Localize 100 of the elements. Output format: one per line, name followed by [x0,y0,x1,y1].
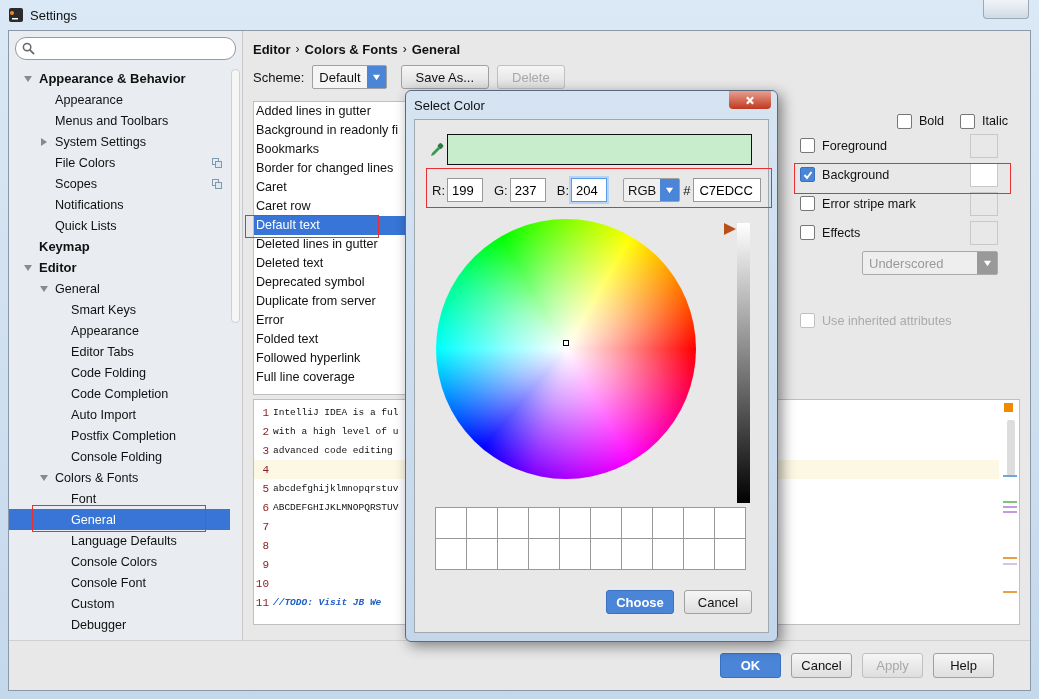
code-line: with a high level of u [273,426,399,437]
tree-item[interactable]: Debugger [9,614,230,635]
expanded-arrow-icon[interactable] [39,283,49,294]
dropdown-arrow-icon [371,72,381,82]
line-number: 4 [261,463,269,476]
tree-item[interactable]: Appearance [9,89,230,110]
expanded-arrow-icon[interactable] [23,262,33,273]
tree-item[interactable]: System Settings [9,131,230,152]
scheme-dropdown[interactable]: Default [312,65,387,89]
code-line: advanced code editing [273,445,393,456]
collapsed-arrow-icon[interactable] [39,136,49,147]
tree-item[interactable]: Appearance [9,320,230,341]
tree-item[interactable]: Menus and Toolbars [9,110,230,131]
color-swatch[interactable] [970,162,998,187]
style-checkbox[interactable]: Bold [896,111,945,131]
line-number: 10 [254,577,269,590]
line-number: 8 [261,539,269,552]
slider-thumb-icon[interactable] [724,223,736,235]
tree-item[interactable]: Font [9,488,230,509]
channel-label: G: [494,182,508,198]
dialog-title: Select Color [414,97,485,113]
breadcrumb-separator: › [402,42,407,56]
tree-item[interactable]: Appearance & Behavior [9,68,230,89]
line-number: 5 [261,482,269,495]
color-checkbox[interactable]: Foreground [800,138,888,153]
hex-field[interactable]: C7EDCC [693,178,762,202]
dropdown-arrow-icon [665,185,675,195]
channel-label: B: [556,182,570,198]
window-title: Settings [30,7,77,23]
color-swatch[interactable] [970,133,998,158]
tree-item[interactable]: Code Completion [9,383,230,404]
line-number: 3 [261,444,269,457]
tree-item[interactable]: Auto Import [9,404,230,425]
line-number: 6 [261,501,269,514]
tree-item[interactable]: Keymap [9,236,230,257]
scrollbar[interactable] [231,69,240,323]
dropdown-arrow-icon [982,258,992,268]
tree-item[interactable]: Postfix Completion [9,425,230,446]
channel-field[interactable]: 237 [509,178,546,202]
color-checkbox[interactable]: Error stripe mark [800,196,916,211]
color-checkbox[interactable]: Effects [800,225,861,240]
line-number: 2 [261,425,269,438]
tree-item[interactable]: General [9,278,230,299]
scrollbar[interactable] [1007,420,1015,476]
scheme-button[interactable]: Save As... [400,65,490,89]
channel-field[interactable]: 199 [447,178,483,202]
tree-item[interactable]: File Colors [9,152,230,173]
hash-label: # [683,182,691,198]
channel-field[interactable]: 204 [571,178,608,202]
color-checkbox[interactable]: Background [800,167,890,182]
search-field[interactable] [15,37,236,60]
style-checkbox[interactable]: Italic [960,111,1008,131]
breadcrumb-item: Editor [253,41,291,57]
dialog-button[interactable]: Choose [606,590,674,614]
code-line: IntelliJ IDEA is a ful [273,407,399,418]
dialog-button[interactable]: Cancel [791,653,852,678]
brightness-slider[interactable] [724,223,750,503]
tree-item[interactable]: Quick Lists [9,215,230,236]
status-indicator-icon [1004,403,1013,412]
tree-item[interactable]: Console Font [9,572,230,593]
line-number: 1 [261,406,269,419]
expanded-arrow-icon[interactable] [23,73,33,84]
tree-item[interactable]: Language Defaults [9,530,230,551]
app-logo-icon [8,7,24,23]
eyedropper-icon[interactable] [429,141,445,158]
expanded-arrow-icon[interactable] [39,472,49,483]
scheme-label: Scheme: [253,69,305,85]
tree-item[interactable]: Scopes [9,173,230,194]
breadcrumb-item: General [411,41,461,57]
tree-item[interactable]: Editor Tabs [9,341,230,362]
mode-dropdown[interactable]: RGB [623,178,681,202]
breadcrumb-item: Colors & Fonts [304,41,398,57]
checkmark-icon [802,169,813,180]
line-number: 7 [261,520,269,533]
tree-item[interactable]: Smart Keys [9,299,230,320]
recent-colors-grid[interactable] [435,507,746,570]
tree-item[interactable]: General [9,509,230,530]
close-icon [745,95,755,105]
dialog-button[interactable]: Help [933,653,994,678]
tree-item[interactable]: Colors & Fonts [9,467,230,488]
close-button[interactable] [729,91,771,109]
line-number: 11 [254,596,269,609]
code-line: ABCDEFGHIJKLMNOPQRSTUV [273,502,399,513]
breadcrumb-separator: › [295,42,300,56]
search-icon [22,42,35,55]
close-button[interactable] [983,0,1029,19]
tree-item[interactable]: Notifications [9,194,230,215]
color-swatch[interactable] [970,220,998,245]
code-line: abcdefghijklmnopqrstuv [273,483,399,494]
code-comment: //TODO: Visit JB We [273,597,382,608]
channel-label: R: [432,182,445,198]
tree-item[interactable]: Editor [9,257,230,278]
line-number: 9 [261,558,269,571]
tree-item[interactable]: Console Colors [9,551,230,572]
tree-item[interactable]: Console Folding [9,446,230,467]
color-swatch[interactable] [970,191,998,216]
tree-item[interactable]: Custom [9,593,230,614]
dialog-button[interactable]: OK [720,653,781,678]
tree-item[interactable]: Code Folding [9,362,230,383]
dialog-button[interactable]: Cancel [684,590,752,614]
